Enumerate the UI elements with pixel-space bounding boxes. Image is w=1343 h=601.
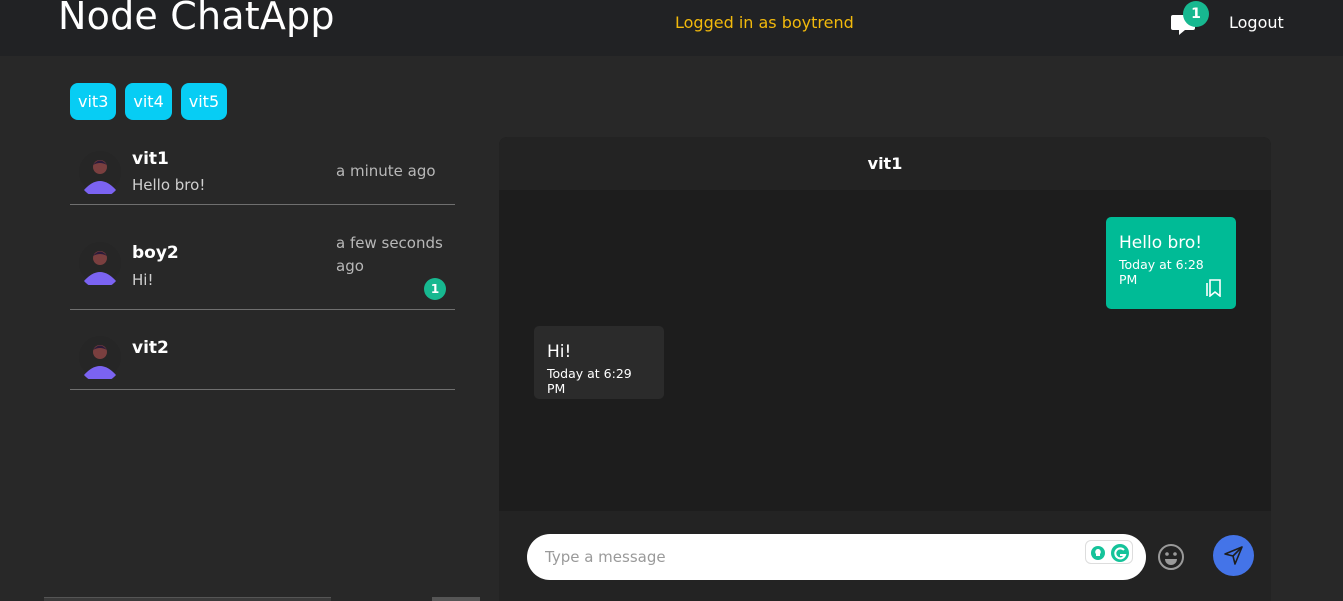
chat-composer bbox=[499, 511, 1271, 601]
message-text: Hi! bbox=[547, 342, 572, 362]
online-user-chip[interactable]: vit4 bbox=[125, 83, 172, 120]
logged-in-status: Logged in as boytrend bbox=[675, 13, 854, 32]
online-user-chip[interactable]: vit3 bbox=[70, 83, 117, 120]
conversation-time: a few seconds ago bbox=[336, 234, 443, 275]
conversation-name: vit2 bbox=[132, 338, 169, 358]
conversation-name: boy2 bbox=[132, 243, 179, 263]
notification-count-badge: 1 bbox=[1183, 1, 1209, 27]
conversation-item[interactable]: vit2 bbox=[70, 310, 455, 390]
bookmark-icon[interactable] bbox=[1206, 279, 1222, 297]
online-users: vit3 vit4 vit5 bbox=[70, 83, 228, 120]
conversation-item[interactable]: vit1 Hello bro! a minute ago bbox=[70, 140, 455, 205]
unread-count-badge: 1 bbox=[424, 278, 446, 300]
app-brand[interactable]: Node ChatApp bbox=[58, 0, 335, 38]
message-input[interactable] bbox=[545, 543, 1075, 571]
message-bubble-received: Hi! Today at 6:29 PM bbox=[534, 326, 664, 399]
grammarly-icon[interactable] bbox=[1085, 540, 1133, 564]
avatar-icon bbox=[79, 242, 121, 285]
message-text: Hello bro! bbox=[1119, 233, 1203, 253]
scrollbar-thumb[interactable] bbox=[432, 597, 480, 601]
send-button[interactable] bbox=[1213, 535, 1254, 576]
conversation-last-message: Hello bro! bbox=[132, 176, 206, 194]
avatar-icon bbox=[79, 336, 121, 379]
horizontal-scrollbar[interactable] bbox=[44, 597, 331, 601]
logout-link[interactable]: Logout bbox=[1229, 13, 1284, 32]
conversation-list: vit1 Hello bro! a minute ago boy2 Hi! a … bbox=[70, 140, 455, 390]
chat-title: vit1 bbox=[499, 137, 1271, 190]
send-icon bbox=[1224, 546, 1243, 565]
chat-panel: vit1 Hello bro! Today at 6:28 PM Hi! Tod… bbox=[499, 137, 1271, 601]
navbar: Node ChatApp Logged in as boytrend 1 Log… bbox=[0, 0, 1343, 56]
conversation-item[interactable]: boy2 Hi! a few seconds ago 1 bbox=[70, 205, 455, 310]
avatar-icon bbox=[79, 151, 121, 194]
conversation-name: vit1 bbox=[132, 149, 169, 169]
conversation-last-message: Hi! bbox=[132, 271, 154, 289]
message-input-wrapper bbox=[527, 534, 1146, 580]
notifications-button[interactable]: 1 bbox=[1170, 1, 1209, 38]
message-bubble-sent: Hello bro! Today at 6:28 PM bbox=[1106, 217, 1236, 309]
message-time: Today at 6:29 PM bbox=[547, 366, 632, 396]
emoji-icon[interactable] bbox=[1156, 542, 1186, 572]
conversation-time: a minute ago bbox=[336, 162, 436, 180]
online-user-chip[interactable]: vit5 bbox=[180, 83, 228, 120]
